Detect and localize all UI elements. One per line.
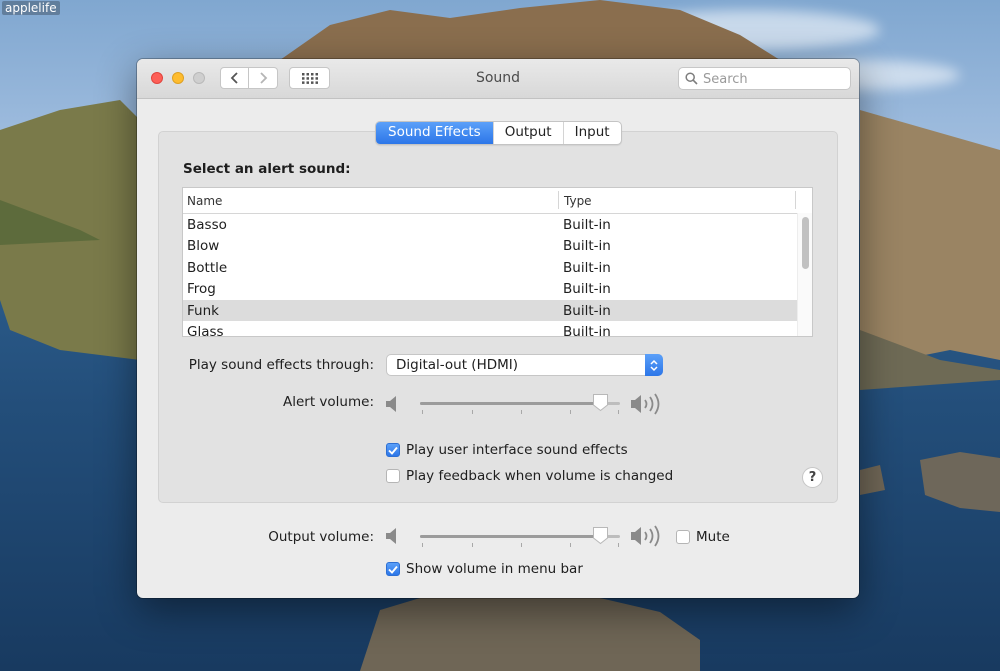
sound-name: Basso [187,217,227,233]
output-device-popup[interactable]: Digital-out (HDMI) [386,354,663,376]
sound-type: Built-in [563,281,611,297]
tab-sound-effects[interactable]: Sound Effects [376,122,493,144]
checkmark-icon [388,565,398,574]
alert-sound-table[interactable]: Name Type Basso Built-in Blow Built-in B… [182,187,813,337]
tab-bar: Sound Effects Output Input [375,121,622,145]
slider-tick [422,410,423,414]
alert-volume-label: Alert volume: [283,394,374,410]
speaker-high-icon [631,393,660,415]
slider-tick [472,410,473,414]
ui-sound-effects-checkbox[interactable] [386,443,400,457]
mute-label: Mute [696,529,730,545]
updown-arrows-icon [645,354,663,376]
sound-name: Blow [187,238,220,254]
slider-knob[interactable] [592,526,609,545]
ui-sound-effects-label: Play user interface sound effects [406,442,628,458]
search-icon [685,72,698,85]
sound-type: Built-in [563,260,611,276]
slider-tick [618,410,619,414]
sound-name: Frog [187,281,216,297]
tab-output[interactable]: Output [492,122,563,144]
slider-tick [521,543,522,547]
search-input[interactable] [701,70,850,89]
sound-name: Glass [187,324,224,337]
slider-fill [420,402,600,405]
volume-feedback-checkbox[interactable] [386,469,400,483]
sound-type: Built-in [563,238,611,254]
slider-tick [472,543,473,547]
volume-feedback-label: Play feedback when volume is changed [406,468,674,484]
sound-preferences-window: Sound Sound Effects Output Input Select … [137,59,859,598]
sound-name: Bottle [187,260,228,276]
scrollbar-thumb[interactable] [802,217,809,269]
show-in-menu-bar-label: Show volume in menu bar [406,561,583,577]
table-row[interactable]: Frog Built-in [183,278,797,299]
help-button[interactable]: ? [802,467,823,488]
slider-knob[interactable] [592,393,609,412]
sound-type: Built-in [563,303,611,319]
search-field[interactable] [678,67,851,90]
volume-feedback-checkbox-row[interactable]: Play feedback when volume is changed [386,468,673,484]
mute-checkbox[interactable] [676,530,690,544]
column-divider [795,191,796,209]
play-through-label: Play sound effects through: [188,357,374,373]
tab-input[interactable]: Input [562,122,621,144]
slider-tick [570,543,571,547]
speaker-high-icon [631,525,660,547]
title-bar: Sound [137,59,859,99]
sound-type: Built-in [563,217,611,233]
sound-type: Built-in [563,324,611,337]
slider-tick [521,410,522,414]
ui-sound-effects-checkbox-row[interactable]: Play user interface sound effects [386,442,628,458]
sound-name: Funk [187,303,219,319]
select-alert-sound-label: Select an alert sound: [183,161,351,177]
table-header: Name Type [183,188,812,214]
table-scrollbar[interactable] [797,213,812,336]
output-volume-slider[interactable] [420,526,620,548]
output-volume-label: Output volume: [268,529,374,545]
slider-fill [420,535,600,538]
mute-checkbox-row[interactable]: Mute [676,529,730,545]
show-in-menu-bar-checkbox[interactable] [386,562,400,576]
popup-value: Digital-out (HDMI) [396,357,519,373]
slider-tick [570,410,571,414]
checkmark-icon [388,446,398,455]
alert-volume-slider[interactable] [420,393,620,415]
show-in-menu-bar-checkbox-row[interactable]: Show volume in menu bar [386,561,583,577]
table-row[interactable]: Glass Built-in [183,321,797,337]
table-row[interactable]: Basso Built-in [183,214,797,235]
slider-tick [422,543,423,547]
column-header-name[interactable]: Name [187,194,222,208]
slider-tick [618,543,619,547]
column-header-type[interactable]: Type [564,194,592,208]
speaker-low-icon [386,528,396,544]
watermark-logo: applelife [2,1,60,15]
table-row-selected[interactable]: Funk Built-in [183,300,797,321]
speaker-low-icon [386,396,396,412]
column-divider [558,191,559,209]
table-row[interactable]: Blow Built-in [183,235,797,256]
table-row[interactable]: Bottle Built-in [183,257,797,278]
